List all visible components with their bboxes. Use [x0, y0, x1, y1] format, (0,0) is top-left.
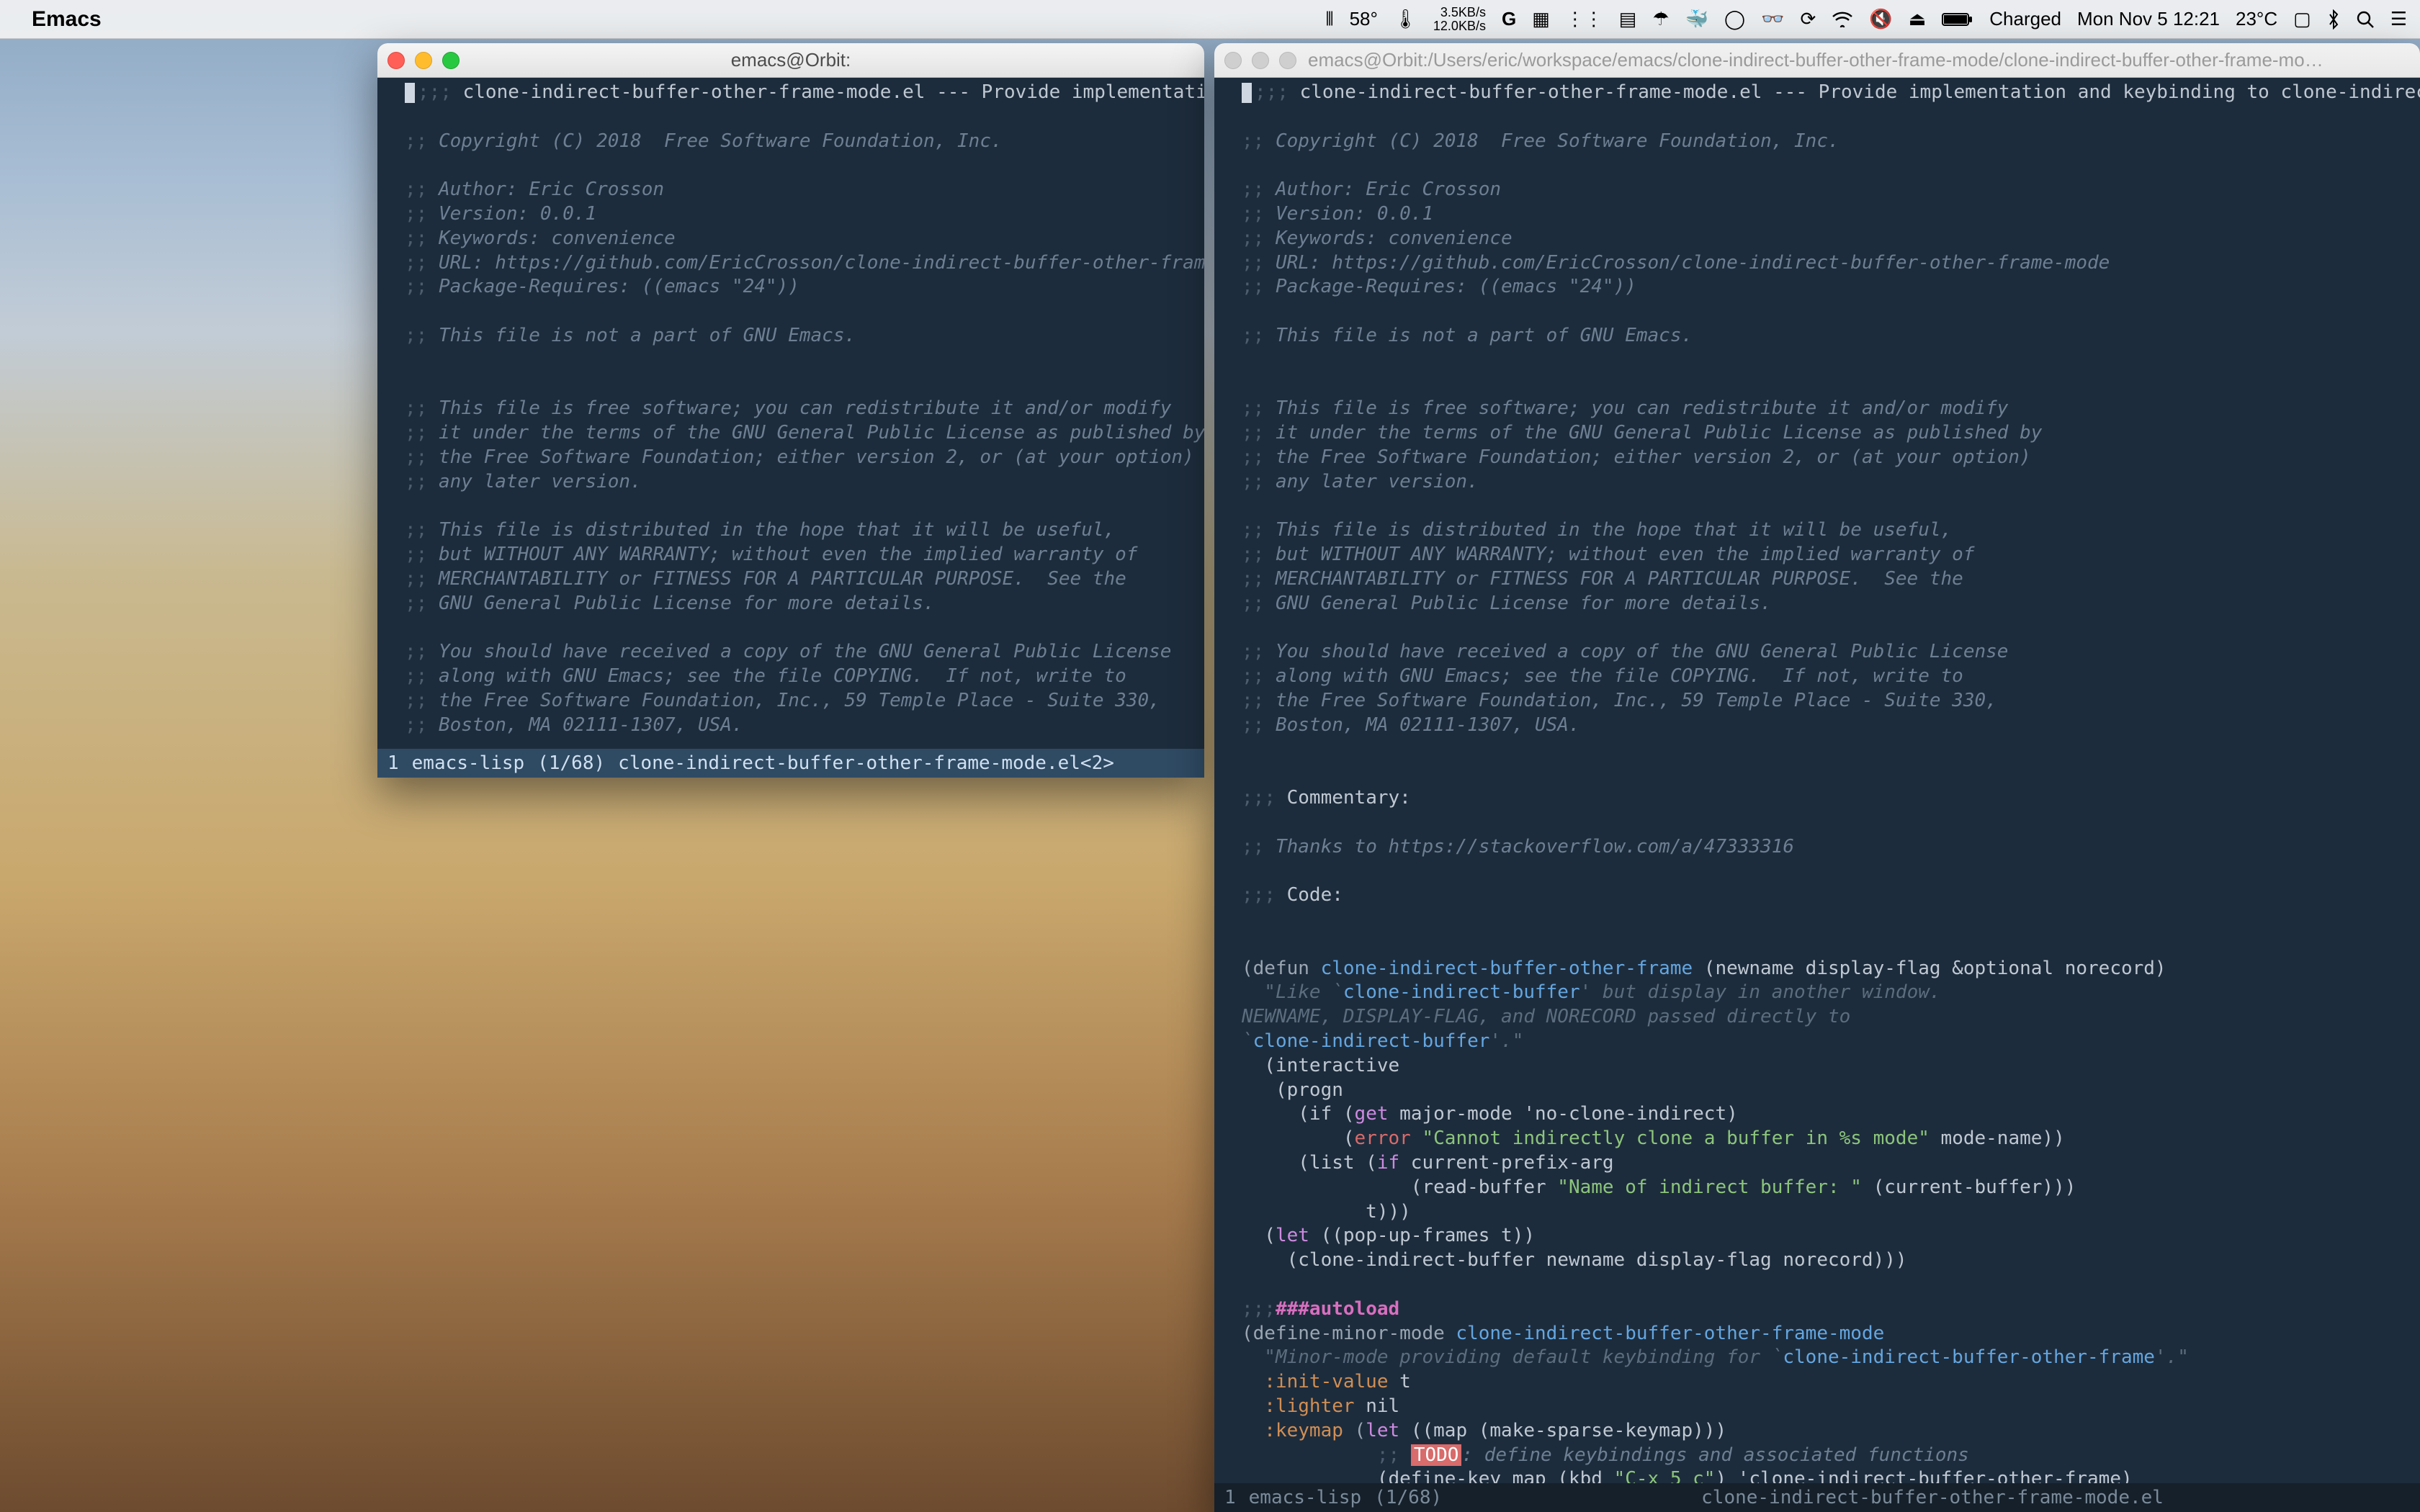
mode-line[interactable]: 1 emacs-lisp (1/68) clone-indirect-buffe…: [1214, 1483, 2420, 1512]
titlebar[interactable]: emacs@Orbit:: [377, 43, 1204, 78]
net-up: 3.5KB/s: [1433, 6, 1486, 19]
position: (1/68): [537, 752, 605, 774]
search-icon[interactable]: [2356, 10, 2375, 29]
buffer-area[interactable]: ;;; clone-indirect-buffer-other-frame-mo…: [377, 78, 1204, 749]
thermometer-icon[interactable]: 🌡: [1394, 8, 1417, 30]
docker-icon[interactable]: 🐳: [1685, 8, 1708, 30]
fringe: [1214, 78, 1239, 1483]
major-mode: emacs-lisp: [1249, 1487, 1362, 1508]
fringe: [377, 78, 402, 749]
bluetooth-icon[interactable]: [2327, 9, 2340, 30]
menu-temp-right[interactable]: 23°C: [2236, 8, 2277, 30]
eject-icon[interactable]: ⏏: [1909, 8, 1927, 30]
code-content[interactable]: ;;; clone-indirect-buffer-other-frame-mo…: [1239, 78, 2420, 1483]
minimize-icon[interactable]: [415, 52, 432, 69]
macos-menubar: Emacs ⫴ 58° 🌡 3.5KB/s 12.0KB/s G ▦ ⋮⋮ ▤ …: [0, 0, 2420, 39]
menu-extra-icon[interactable]: ▤: [1619, 8, 1637, 30]
line-number: 1: [387, 752, 399, 774]
menubar-clock[interactable]: Mon Nov 5 12:21: [2077, 8, 2220, 30]
emacs-frame-right: emacs@Orbit:/Users/eric/workspace/emacs/…: [1214, 43, 2420, 1512]
zoom-icon[interactable]: [1279, 52, 1296, 69]
buffer-name: clone-indirect-buffer-other-frame-mode.e…: [618, 752, 1114, 774]
grid-icon[interactable]: ▦: [1532, 8, 1550, 30]
mode-line[interactable]: 1 emacs-lisp (1/68) clone-indirect-buffe…: [377, 749, 1204, 778]
minimize-icon[interactable]: [1252, 52, 1269, 69]
umbrella-icon[interactable]: ☂: [1652, 8, 1669, 30]
battery-icon[interactable]: [1942, 12, 1973, 27]
traffic-lights: [1224, 52, 1296, 69]
sync-icon[interactable]: ⟳: [1801, 8, 1816, 30]
major-mode: emacs-lisp: [412, 752, 525, 774]
code-content[interactable]: ;;; clone-indirect-buffer-other-frame-mo…: [402, 78, 1204, 749]
menu-extra-icon[interactable]: ⋮⋮: [1566, 8, 1603, 30]
outdoor-temp[interactable]: 58°: [1350, 8, 1378, 30]
menubar-left: Emacs: [13, 7, 102, 32]
position: (1/68): [1374, 1487, 1442, 1508]
circle-icon[interactable]: ◯: [1724, 8, 1745, 30]
battery-label: Charged: [1989, 8, 2061, 30]
logitech-icon[interactable]: G: [1502, 8, 1516, 30]
glasses-icon[interactable]: 👓: [1761, 8, 1784, 30]
window-title: emacs@Orbit:/Users/eric/workspace/emacs/…: [1214, 49, 2420, 71]
window-title: emacs@Orbit:: [377, 49, 1204, 71]
buffer-name: clone-indirect-buffer-other-frame-mode.e…: [1455, 1487, 2410, 1508]
emacs-frame-left: emacs@Orbit: ;;; clone-indirect-buffer-o…: [377, 43, 1204, 778]
buffer-area[interactable]: ;;; clone-indirect-buffer-other-frame-mo…: [1214, 78, 2420, 1483]
wifi-icon[interactable]: [1832, 12, 1853, 27]
menubar-right: ⫴ 58° 🌡 3.5KB/s 12.0KB/s G ▦ ⋮⋮ ▤ ☂ 🐳 ◯ …: [1326, 6, 2407, 33]
active-app-name[interactable]: Emacs: [32, 7, 102, 32]
airplay-icon[interactable]: ▢: [2293, 8, 2311, 30]
volume-mute-icon[interactable]: 🔇: [1869, 8, 1892, 30]
zoom-icon[interactable]: [442, 52, 460, 69]
net-down: 12.0KB/s: [1433, 19, 1486, 33]
istat-icon[interactable]: ⫴: [1326, 8, 1334, 31]
network-rate[interactable]: 3.5KB/s 12.0KB/s: [1433, 6, 1486, 33]
control-center-icon[interactable]: ☰: [2390, 8, 2407, 30]
close-icon[interactable]: [387, 52, 405, 69]
line-number: 1: [1224, 1487, 1236, 1508]
traffic-lights: [387, 52, 460, 69]
close-icon[interactable]: [1224, 52, 1242, 69]
titlebar[interactable]: emacs@Orbit:/Users/eric/workspace/emacs/…: [1214, 43, 2420, 78]
